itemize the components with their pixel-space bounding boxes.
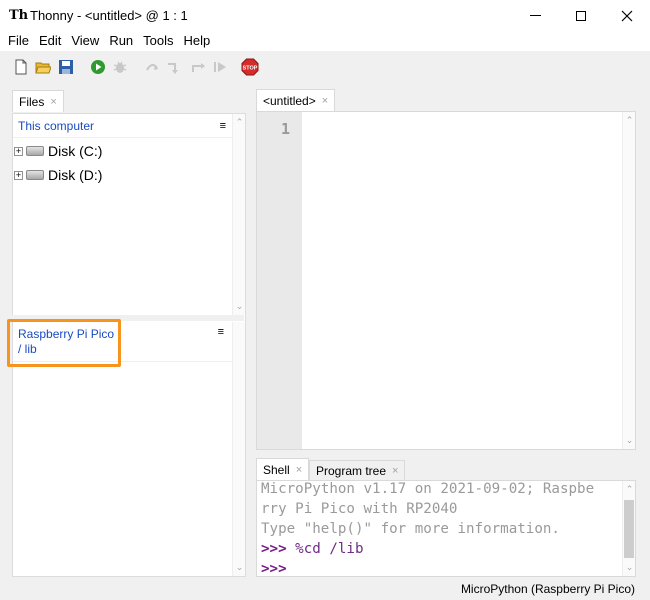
tab-files[interactable]: Files × <box>12 90 64 112</box>
computer-pane-scrollbar[interactable]: ⌃ ⌄ <box>232 114 245 315</box>
device-pane-scrollbar[interactable]: ⌄ <box>232 322 245 576</box>
new-file-icon[interactable] <box>13 59 29 75</box>
hard-drive-icon <box>26 146 44 156</box>
hard-drive-icon <box>26 170 44 180</box>
menu-edit[interactable]: Edit <box>34 31 66 51</box>
scroll-down-icon[interactable]: ⌄ <box>233 300 246 313</box>
tab-close-icon[interactable]: × <box>296 464 302 476</box>
shell-prompt: >>> <box>261 561 287 577</box>
debug-icon[interactable] <box>112 59 128 75</box>
thonny-logo-icon: Th <box>9 8 29 23</box>
scroll-down-icon[interactable]: ⌄ <box>623 561 636 574</box>
maximize-button[interactable] <box>558 0 604 31</box>
this-computer-label: This computer <box>18 119 95 133</box>
shell-scrollbar[interactable]: ⌃ ⌄ <box>622 481 635 576</box>
step-into-icon[interactable] <box>166 59 182 75</box>
scroll-down-icon[interactable]: ⌄ <box>623 434 636 447</box>
menu-tools[interactable]: Tools <box>138 31 178 51</box>
shell-input-line[interactable]: >>> <box>261 559 287 579</box>
tab-untitled-label: <untitled> <box>263 93 316 108</box>
menu-file[interactable]: File <box>3 31 34 51</box>
editor-scrollbar[interactable]: ⌃ ⌄ <box>622 112 635 449</box>
close-icon <box>621 10 633 21</box>
stop-icon[interactable]: STOP <box>241 58 259 76</box>
title-bar: Th Thonny - <untitled> @ 1 : 1 <box>0 0 650 31</box>
status-bar: MicroPython (Raspberry Pi Pico) <box>0 578 650 600</box>
minimize-icon <box>529 15 541 16</box>
this-computer-header: This computer ≡ <box>13 114 232 138</box>
stop-icon-label: STOP <box>243 66 258 72</box>
drive-label: Disk (C:) <box>48 143 103 159</box>
shell-prompt: >>> <box>261 541 287 557</box>
scroll-up-icon[interactable]: ⌃ <box>623 483 636 496</box>
line-number-gutter: 1 <box>257 112 302 449</box>
tab-files-label: Files <box>19 94 45 109</box>
highlight-annotation <box>7 319 121 367</box>
scroll-down-icon[interactable]: ⌄ <box>233 561 246 574</box>
maximize-icon <box>576 10 586 21</box>
expand-icon[interactable]: + <box>14 146 23 156</box>
scroll-up-icon[interactable]: ⌃ <box>623 114 636 127</box>
shell-command: %cd /lib <box>286 541 364 557</box>
window-title: Thonny - <untitled> @ 1 : 1 <box>30 8 188 23</box>
shell-output-line: MicroPython v1.17 on 2021-09-02; Raspbe <box>261 481 595 497</box>
run-icon[interactable] <box>90 59 106 75</box>
resume-icon[interactable] <box>212 59 228 75</box>
tab-close-icon[interactable]: × <box>50 96 56 108</box>
save-icon[interactable] <box>58 59 74 75</box>
scroll-up-icon[interactable]: ⌃ <box>233 116 246 129</box>
scrollbar-thumb[interactable] <box>624 500 634 558</box>
tab-close-icon[interactable]: × <box>322 95 328 107</box>
shell-console[interactable]: MicroPython v1.17 on 2021-09-02; Raspbe … <box>256 480 636 577</box>
open-file-icon[interactable] <box>35 59 52 75</box>
pane-menu-icon[interactable]: ≡ <box>218 326 224 338</box>
tab-close-icon[interactable]: × <box>392 465 398 477</box>
tab-program-tree-label: Program tree <box>316 463 387 478</box>
tree-item-disk-c[interactable]: + Disk (C:) <box>13 140 102 162</box>
tab-shell[interactable]: Shell × <box>256 458 310 480</box>
line-number: 1 <box>280 120 290 138</box>
toolbar: STOP <box>0 51 650 85</box>
menu-run[interactable]: Run <box>104 31 138 51</box>
interpreter-selector[interactable]: MicroPython (Raspberry Pi Pico) <box>461 582 635 596</box>
shell-output-line: rry Pi Pico with RP2040 <box>261 501 458 517</box>
menu-view[interactable]: View <box>66 31 104 51</box>
minimize-button[interactable] <box>512 0 558 31</box>
drive-label: Disk (D:) <box>48 167 103 183</box>
tab-program-tree[interactable]: Program tree × <box>309 460 406 480</box>
expand-icon[interactable]: + <box>14 170 23 180</box>
step-over-icon[interactable] <box>144 59 160 75</box>
close-button[interactable] <box>604 0 650 31</box>
tab-shell-label: Shell <box>263 462 290 477</box>
menu-bar: File Edit View Run Tools Help <box>0 31 650 51</box>
shell-output-line: Type "help()" for more information. <box>261 521 560 537</box>
step-out-icon[interactable] <box>190 59 206 75</box>
pane-menu-icon[interactable]: ≡ <box>220 114 226 138</box>
tree-item-disk-d[interactable]: + Disk (D:) <box>13 164 102 186</box>
code-editor[interactable]: 1 ⌃ ⌄ <box>256 111 636 450</box>
shell-command-line: >>> %cd /lib <box>261 539 364 559</box>
tab-untitled[interactable]: <untitled> × <box>256 89 336 111</box>
menu-help[interactable]: Help <box>179 31 216 51</box>
